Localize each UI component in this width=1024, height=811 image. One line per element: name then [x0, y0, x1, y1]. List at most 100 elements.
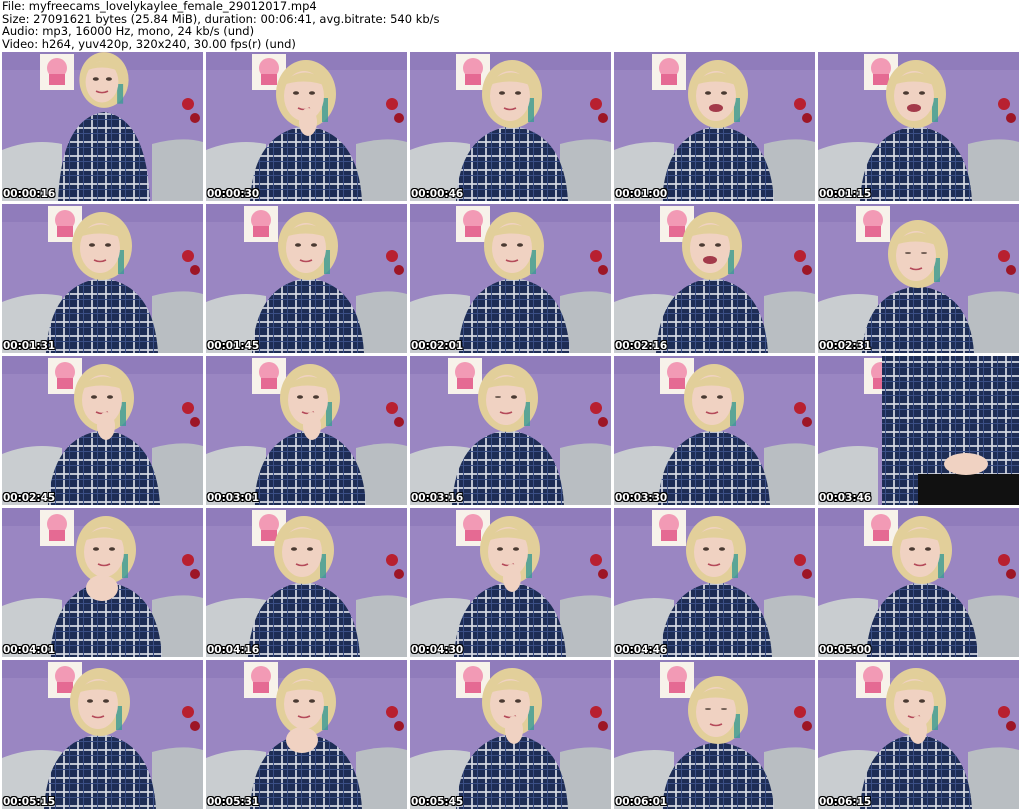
eye — [89, 243, 95, 247]
flower — [394, 265, 404, 275]
cupcake-base — [57, 682, 73, 693]
file-info-header: File: myfreecams_lovelykaylee_female_290… — [2, 0, 1022, 50]
eye — [107, 395, 113, 399]
thumbnail-timestamp: 00:01:31 — [3, 340, 56, 352]
eye — [903, 91, 909, 95]
eye — [87, 699, 93, 703]
flower — [394, 721, 404, 731]
flower — [802, 721, 812, 731]
eye — [517, 243, 523, 247]
video-thumbnail: 00:04:30 — [410, 508, 611, 657]
eye — [909, 547, 915, 551]
couch-right — [968, 747, 1019, 809]
thumbnail-frame-image — [818, 204, 1019, 353]
thumbnail-frame-image — [614, 508, 815, 657]
flower — [794, 250, 806, 262]
hands — [86, 575, 118, 601]
flower — [598, 721, 608, 731]
eye — [103, 699, 109, 703]
eye — [701, 395, 707, 399]
thumbnail-frame-image — [206, 52, 407, 201]
video-thumbnail: 00:02:01 — [410, 204, 611, 353]
wall-shade — [614, 660, 815, 678]
cupcake-base — [457, 378, 473, 389]
thumbnail-frame-image — [614, 660, 815, 809]
video-thumbnail: 00:00:30 — [206, 52, 407, 201]
cupcake-base — [669, 682, 685, 693]
eye — [311, 243, 317, 247]
cupcake-base — [865, 682, 881, 693]
couch-right — [152, 291, 203, 353]
flower — [1006, 721, 1016, 731]
cupcake-base — [465, 74, 481, 85]
hand — [97, 412, 115, 440]
flower — [1006, 265, 1016, 275]
eye — [295, 243, 301, 247]
thumbnail-timestamp: 00:01:45 — [207, 340, 260, 352]
thumbnail-timestamp: 00:06:01 — [615, 796, 668, 808]
flower — [802, 569, 812, 579]
thumbnail-timestamp: 00:02:45 — [3, 492, 56, 504]
flower — [182, 250, 194, 262]
eye — [699, 243, 705, 247]
thumbnail-frame-image — [818, 660, 1019, 809]
thumbnail-timestamp: 00:01:00 — [615, 188, 668, 200]
eye — [705, 708, 711, 710]
couch-right — [560, 139, 611, 201]
thumbnail-frame-image — [2, 52, 203, 201]
eye — [105, 77, 112, 81]
thumbnail-timestamp: 00:02:31 — [819, 340, 872, 352]
video-thumbnail: 00:03:46 — [818, 356, 1019, 505]
thumbnail-timestamp: 00:00:16 — [3, 188, 56, 200]
couch-right — [764, 443, 815, 505]
eye — [921, 252, 927, 254]
flower — [190, 721, 200, 731]
thumbnail-frame-image — [2, 204, 203, 353]
flower — [590, 250, 602, 262]
eye — [92, 77, 99, 81]
flower — [182, 402, 194, 414]
thumbnail-timestamp: 00:03:16 — [411, 492, 464, 504]
thumbnail-timestamp: 00:01:15 — [819, 188, 872, 200]
video-info-line: Video: h264, yuv420p, 320x240, 30.00 fps… — [2, 36, 296, 51]
video-thumbnail: 00:02:31 — [818, 204, 1019, 353]
thumbnail-timestamp: 00:00:30 — [207, 188, 260, 200]
flower — [386, 98, 398, 110]
video-thumbnail: 00:02:45 — [2, 356, 203, 505]
cupcake-base — [49, 74, 65, 85]
flower — [802, 417, 812, 427]
eye — [721, 91, 727, 95]
thumbnail-timestamp: 00:04:46 — [615, 644, 668, 656]
thumbnail-frame-image — [2, 660, 203, 809]
couch-right — [356, 747, 407, 809]
mouth — [703, 256, 717, 264]
flower — [598, 569, 608, 579]
flower — [190, 265, 200, 275]
thumbnail-timestamp: 00:04:16 — [207, 644, 260, 656]
video-thumbnail: 00:03:01 — [206, 356, 407, 505]
thumbnail-timestamp: 00:02:16 — [615, 340, 668, 352]
eye — [515, 91, 521, 95]
video-thumbnail: 00:03:16 — [410, 356, 611, 505]
cupcake-base — [57, 378, 73, 389]
flower — [998, 554, 1010, 566]
hands — [286, 727, 318, 753]
cupcake-base — [669, 226, 685, 237]
flower — [190, 417, 200, 427]
thumbnail-frame-image — [206, 508, 407, 657]
eye — [105, 243, 111, 247]
thumbnail-frame-image — [206, 204, 407, 353]
video-thumbnail: 00:00:16 — [2, 52, 203, 201]
video-thumbnail: 00:06:01 — [614, 660, 815, 809]
eye — [313, 395, 319, 399]
wall-shade — [818, 204, 1019, 222]
flower — [598, 265, 608, 275]
mouth — [907, 104, 921, 112]
flower — [590, 706, 602, 718]
hands — [944, 453, 988, 475]
flower — [598, 417, 608, 427]
pants — [918, 474, 1019, 505]
cupcake-base — [661, 530, 677, 541]
cupcake-base — [661, 74, 677, 85]
eye — [715, 243, 721, 247]
